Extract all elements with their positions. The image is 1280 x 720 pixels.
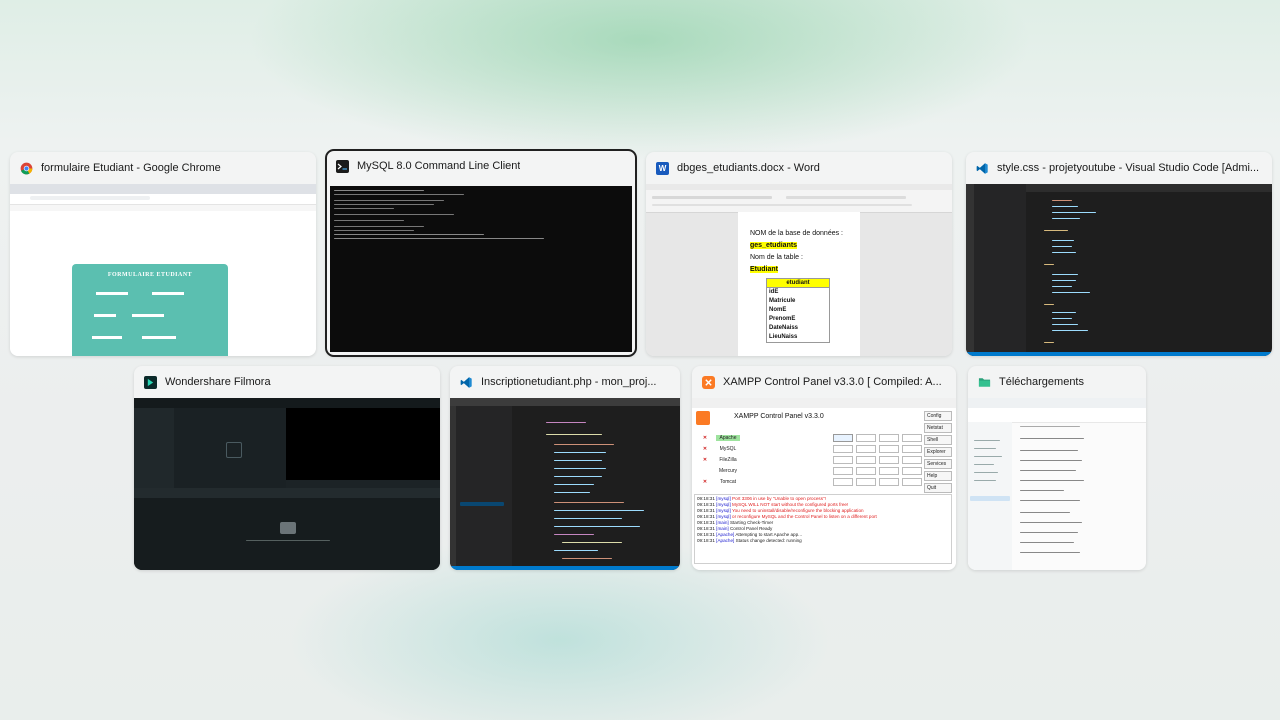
folder-icon (978, 376, 991, 389)
netstat-button[interactable]: Netstat (924, 423, 952, 433)
entity-field: PrenomE (769, 316, 796, 322)
log-message: Port 3306 in use by "Unable to open proc… (732, 496, 826, 501)
chrome-icon (20, 162, 33, 175)
window-title: Téléchargements (999, 376, 1084, 388)
window-filmora[interactable]: Wondershare Filmora (134, 366, 440, 570)
log-message: Starting Check-Timer (729, 520, 774, 525)
window-preview (450, 398, 680, 570)
module-name: Tomcat (719, 478, 737, 485)
module-buttons (833, 466, 922, 475)
mysql-terminal-icon (336, 159, 349, 173)
module-name: FileZilla (719, 456, 737, 463)
window-mysql[interactable]: MySQL 8.0 Command Line Client (325, 149, 637, 357)
db-label: NOM de la base de données : (750, 230, 844, 237)
window-title-bar: Inscriptionetudiant.php - mon_proj... (450, 366, 680, 398)
quit-button[interactable]: Quit (924, 483, 952, 493)
db-name: ges_etudiants (750, 242, 798, 249)
service-x-icon[interactable]: ✕ (698, 457, 712, 463)
module-buttons (833, 455, 922, 464)
window-preview: XAMPP Control Panel v3.3.0 Config Netsta… (692, 398, 956, 570)
module-name: Mercury (718, 467, 738, 474)
window-downloads[interactable]: Téléchargements (968, 366, 1146, 570)
window-preview (966, 184, 1272, 356)
entity-field: idE (769, 289, 779, 295)
service-x-icon[interactable]: ✕ (698, 446, 712, 452)
module-buttons (833, 444, 922, 453)
module-row: ✕ Tomcat (698, 476, 922, 487)
shell-button[interactable]: Shell (924, 435, 952, 445)
window-title-bar: formulaire Etudiant - Google Chrome (10, 152, 316, 184)
module-row: Mercury (698, 465, 922, 476)
vscode-icon (460, 376, 473, 389)
table-label: Nom de la table : (750, 254, 803, 261)
log-message: You need to uninstall/disable/reconfigur… (731, 508, 864, 513)
window-title-bar: MySQL 8.0 Command Line Client (326, 150, 636, 182)
window-chrome[interactable]: formulaire Etudiant - Google Chrome FORM… (10, 152, 316, 356)
word-icon: W (656, 161, 669, 175)
module-row: ✕ FileZilla (698, 454, 922, 465)
window-title: MySQL 8.0 Command Line Client (357, 160, 521, 172)
entity-field: DateNaiss (769, 325, 799, 331)
form-title: FORMULAIRE ETUDIANT (107, 272, 193, 278)
log-line: 09:18:31 [Apache] Status change detected… (697, 538, 802, 543)
entity-field: Matricule (769, 298, 796, 304)
document-page: NOM de la base de données : ges_etudiant… (738, 212, 860, 356)
config-button[interactable]: Config (924, 411, 952, 421)
module-row: ✕ MySQL (698, 443, 922, 454)
log-message: Attempting to start Apache app... (735, 532, 802, 537)
filmora-icon (144, 375, 157, 389)
window-preview (134, 398, 440, 570)
ribbon (646, 184, 952, 213)
window-word[interactable]: W dbges_etudiants.docx - Word NOM de la … (646, 152, 952, 356)
table-name: Etudiant (750, 266, 778, 273)
form-card: FORMULAIRE ETUDIANT (72, 264, 228, 356)
module-buttons (833, 433, 922, 442)
entity-header: etudiant (767, 279, 829, 288)
window-preview (968, 398, 1146, 570)
window-title: XAMPP Control Panel v3.3.0 [ Compiled: A… (723, 376, 942, 388)
entity-field: LieuNaiss (769, 334, 798, 340)
module-name: Apache (716, 434, 740, 441)
xampp-icon (702, 375, 715, 389)
window-title-bar: Téléchargements (968, 366, 1146, 398)
log-message: or reconfigure MySQL and the Control Pan… (732, 514, 877, 519)
window-title: dbges_etudiants.docx - Word (677, 162, 820, 174)
window-preview: NOM de la base de données : ges_etudiant… (646, 184, 952, 356)
window-preview: FORMULAIRE ETUDIANT (10, 184, 316, 356)
help-button[interactable]: Help (924, 471, 952, 481)
module-name: MySQL (719, 445, 737, 452)
module-buttons (833, 477, 922, 486)
xampp-log: 09:18:31 [mysql] Port 3306 in use by "Un… (694, 494, 952, 564)
window-vscode-php[interactable]: Inscriptionetudiant.php - mon_proj... (450, 366, 680, 570)
log-message: Status change detected: running (735, 538, 802, 543)
window-title-bar: XAMPP Control Panel v3.3.0 [ Compiled: A… (692, 366, 956, 398)
window-title: Wondershare Filmora (165, 376, 271, 388)
explorer-button[interactable]: Explorer (924, 447, 952, 457)
modules-table: ✕ Apache ✕ MySQL ✕ FileZilla Mercury ✕ T… (698, 432, 922, 487)
log-message: MySQL WILL NOT start without the configu… (732, 502, 849, 507)
window-title: style.css - projetyoutube - Visual Studi… (997, 162, 1260, 174)
window-preview (330, 186, 632, 352)
window-title-bar: Wondershare Filmora (134, 366, 440, 398)
services-button[interactable]: Services (924, 459, 952, 469)
log-message: Control Panel Ready (729, 526, 773, 531)
window-title-bar: style.css - projetyoutube - Visual Studi… (966, 152, 1272, 184)
xampp-panel-title: XAMPP Control Panel v3.3.0 (734, 413, 824, 420)
window-xampp[interactable]: XAMPP Control Panel v3.3.0 [ Compiled: A… (692, 366, 956, 570)
entity-field: NomE (769, 307, 787, 313)
window-title: Inscriptionetudiant.php - mon_proj... (481, 376, 657, 388)
window-title-bar: W dbges_etudiants.docx - Word (646, 152, 952, 184)
xampp-side-buttons: Config Netstat Shell Explorer Services H… (924, 411, 952, 495)
service-x-icon[interactable]: ✕ (698, 435, 712, 441)
vscode-icon (976, 162, 989, 175)
entity-table: etudiant idE Matricule NomE PrenomE Date… (766, 278, 830, 343)
window-title: formulaire Etudiant - Google Chrome (41, 162, 221, 174)
service-x-icon[interactable]: ✕ (698, 479, 712, 485)
module-row: ✕ Apache (698, 432, 922, 443)
window-vscode-css[interactable]: style.css - projetyoutube - Visual Studi… (966, 152, 1272, 356)
